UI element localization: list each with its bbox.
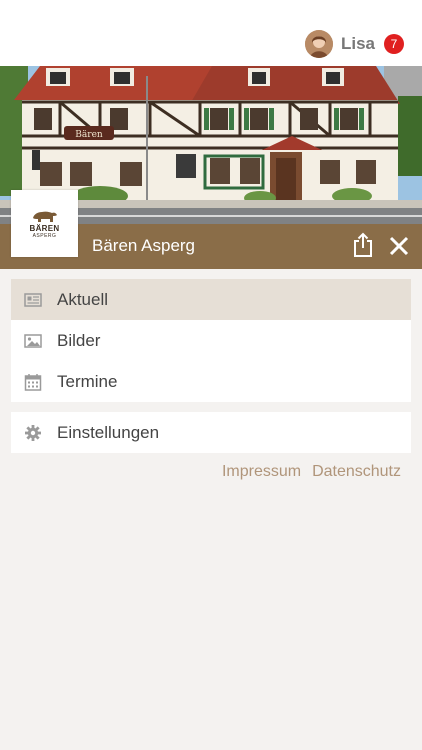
- share-icon[interactable]: [352, 232, 374, 258]
- building-sign-text: Bären: [75, 130, 103, 140]
- menu-item-einstellungen[interactable]: Einstellungen: [11, 412, 411, 453]
- logo-text-line2: ASPERG: [32, 232, 57, 239]
- newspaper-icon: [24, 293, 42, 307]
- calendar-icon: [24, 374, 42, 391]
- main-menu: Aktuell Bilder Termine: [11, 279, 411, 402]
- bear-logo-icon: [32, 211, 57, 222]
- menu-label-termine: Termine: [57, 371, 118, 391]
- menu-item-bilder[interactable]: Bilder: [11, 320, 411, 361]
- logo-text-line1: BÄREN: [29, 223, 60, 233]
- datenschutz-link[interactable]: Datenschutz: [312, 463, 401, 481]
- menu-label-einstellungen: Einstellungen: [57, 422, 160, 442]
- impressum-link[interactable]: Impressum: [222, 463, 301, 481]
- menu-item-termine[interactable]: Termine: [11, 361, 411, 402]
- venue-logo: BÄREN ASPERG: [11, 190, 78, 257]
- settings-menu: Einstellungen: [11, 412, 411, 453]
- menu-item-aktuell[interactable]: Aktuell: [11, 279, 411, 320]
- top-bar: Lisa 7: [0, 0, 422, 66]
- footer-links: Impressum Datenschutz: [222, 463, 401, 481]
- gear-icon: [25, 425, 41, 441]
- image-icon: [24, 334, 42, 348]
- user-name[interactable]: Lisa: [341, 34, 375, 54]
- user-profile[interactable]: Lisa 7: [304, 30, 404, 58]
- notification-badge[interactable]: 7: [384, 34, 404, 54]
- avatar[interactable]: [304, 30, 333, 58]
- menu-label-aktuell: Aktuell: [57, 289, 109, 309]
- close-icon[interactable]: [388, 235, 410, 257]
- menu-label-bilder: Bilder: [57, 330, 101, 350]
- venue-title: Bären Asperg: [92, 236, 196, 255]
